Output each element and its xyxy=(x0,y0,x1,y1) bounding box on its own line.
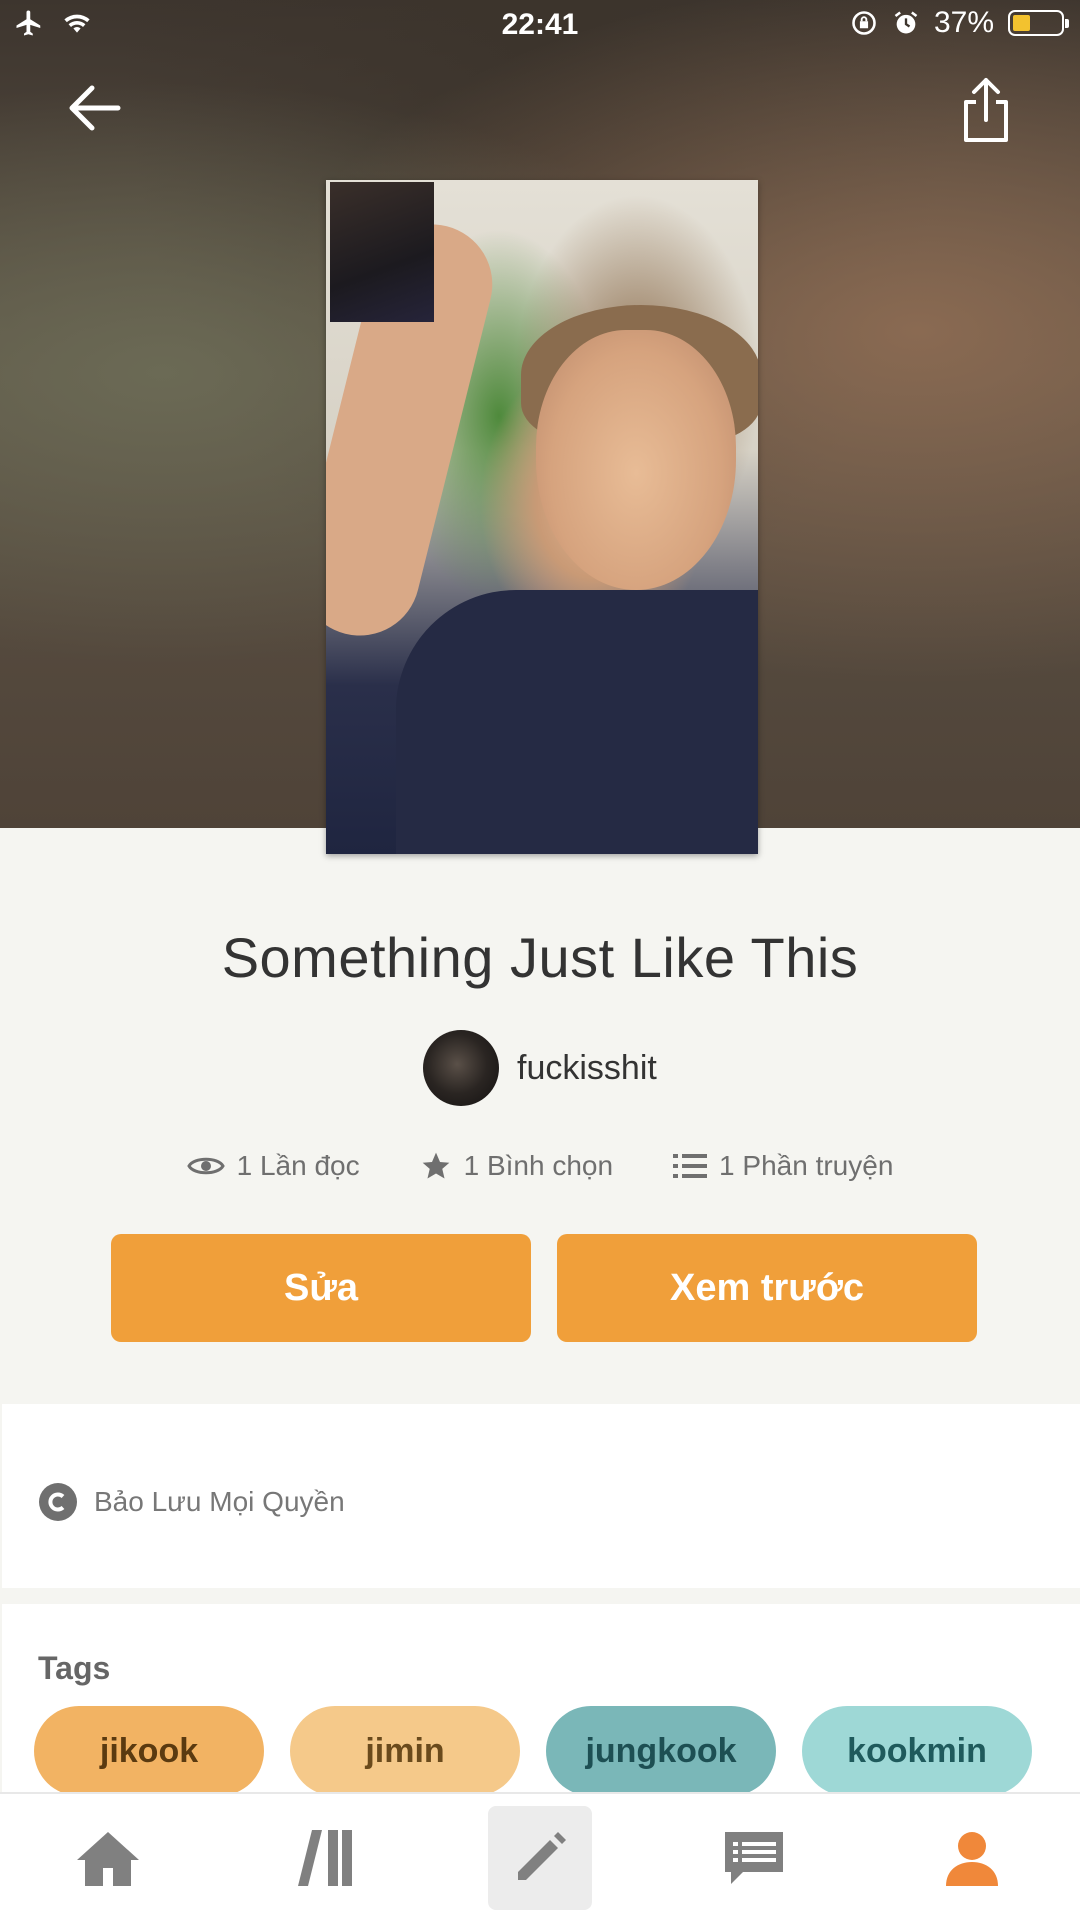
reads-stat: 1 Lần đọc xyxy=(186,1150,360,1182)
copyright-icon xyxy=(39,1483,77,1521)
tab-write[interactable] xyxy=(488,1806,592,1910)
votes-stat: 1 Bình chọn xyxy=(420,1150,613,1182)
author-name[interactable]: fuckisshit xyxy=(517,1049,657,1088)
pencil-icon xyxy=(518,1832,566,1880)
tab-messages[interactable] xyxy=(702,1806,806,1910)
avatar[interactable] xyxy=(423,1030,499,1106)
tag-jungkook[interactable]: jungkook xyxy=(546,1706,776,1796)
alarm-icon xyxy=(894,11,918,34)
list-icon xyxy=(673,1154,708,1178)
battery-level xyxy=(1013,15,1030,31)
tab-profile[interactable] xyxy=(920,1806,1024,1910)
share-icon xyxy=(964,78,1008,142)
share-button[interactable] xyxy=(958,76,1014,144)
arrow-left-icon xyxy=(69,85,121,131)
copyright-text: Bảo Lưu Mọi Quyền xyxy=(94,1486,345,1517)
tags-heading: Tags xyxy=(38,1650,111,1686)
status-bar: 22:41 37% xyxy=(0,0,1080,54)
story-stats: 1 Lần đọc 1 Bình chọn 1 Phần truyện xyxy=(0,1150,1080,1182)
tag-jimin[interactable]: jimin xyxy=(290,1706,520,1796)
star-icon xyxy=(422,1152,449,1179)
story-title: Something Just Like This xyxy=(221,926,859,989)
tab-home[interactable] xyxy=(56,1806,160,1910)
rotation-lock-icon xyxy=(852,11,876,35)
home-icon xyxy=(77,1832,139,1886)
back-button[interactable] xyxy=(64,78,124,138)
battery-icon xyxy=(1008,10,1069,36)
author-link[interactable]: fuckisshit xyxy=(423,1030,657,1106)
library-icon xyxy=(298,1830,352,1886)
tag-jikook[interactable]: jikook xyxy=(34,1706,264,1796)
tag-kookmin[interactable]: kookmin xyxy=(802,1706,1032,1796)
tags-section: Tags jikook jimin jungkook kookmin xyxy=(2,1604,1080,1796)
chat-icon xyxy=(725,1832,783,1884)
edit-button[interactable]: Sửa xyxy=(111,1234,531,1342)
parts-stat: 1 Phần truyện xyxy=(673,1150,893,1182)
battery-percent: 37% xyxy=(933,6,994,39)
eye-icon xyxy=(186,1157,225,1175)
bottom-tab-bar xyxy=(0,1792,1080,1922)
cover-inset-photo xyxy=(330,182,434,322)
tab-library[interactable] xyxy=(274,1806,378,1910)
preview-button[interactable]: Xem trước xyxy=(557,1234,977,1342)
copyright-section: Bảo Lưu Mọi Quyền xyxy=(2,1404,1080,1588)
story-cover-image xyxy=(326,180,758,854)
profile-icon xyxy=(946,1832,998,1886)
